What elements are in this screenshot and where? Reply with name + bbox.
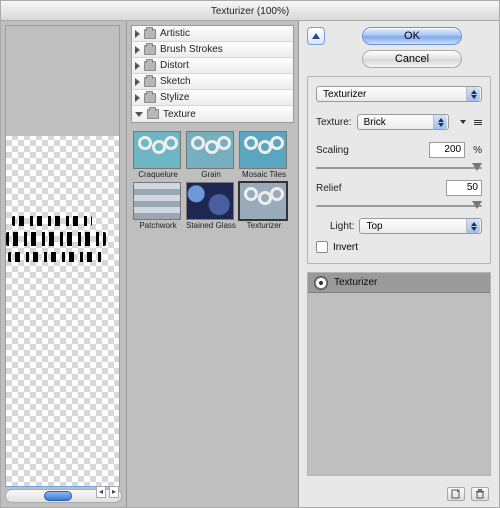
- category-label: Artistic: [160, 28, 190, 39]
- preview-canvas[interactable]: [5, 25, 120, 487]
- texture-load-menu[interactable]: [457, 116, 469, 128]
- settings-panel: OK Cancel Texturizer Texture: Brick: [299, 21, 499, 507]
- light-label: Light:: [330, 221, 354, 232]
- thumb-image: [186, 131, 234, 169]
- category-texture[interactable]: Texture: [132, 106, 293, 122]
- collapse-button[interactable]: [307, 27, 325, 45]
- triangle-down-icon: [460, 120, 466, 124]
- folder-icon: [144, 29, 156, 39]
- select-stepper-icon: [466, 87, 480, 101]
- folder-icon: [144, 93, 156, 103]
- thumb-label: Patchwork: [133, 221, 183, 230]
- preview-scrollbar[interactable]: ◂ ▸: [5, 489, 122, 503]
- thumbnail-grid: Craquelure Grain Mosaic Tiles Patch: [127, 127, 298, 507]
- select-stepper-icon: [433, 115, 447, 129]
- disclosure-right-icon: [135, 30, 140, 38]
- category-stylize[interactable]: Stylize: [132, 90, 293, 106]
- window-titlebar: Texturizer (100%): [1, 1, 499, 21]
- filter-name-value: Texturizer: [323, 89, 366, 100]
- category-brush-strokes[interactable]: Brush Strokes: [132, 42, 293, 58]
- page-icon: [451, 489, 461, 499]
- filter-name-select[interactable]: Texturizer: [316, 86, 482, 102]
- preview-scroll-left-icon[interactable]: ◂: [96, 486, 106, 498]
- invert-label: Invert: [333, 242, 358, 253]
- folder-icon: [144, 77, 156, 87]
- cancel-button[interactable]: Cancel: [362, 50, 462, 68]
- filter-gallery-panel: Artistic Brush Strokes Distort Sketch St: [127, 21, 299, 507]
- scaling-slider[interactable]: [316, 163, 482, 173]
- relief-slider[interactable]: [316, 201, 482, 211]
- preview-scroll-thumb[interactable]: [44, 491, 72, 501]
- category-label: Stylize: [160, 92, 189, 103]
- thumb-texturizer[interactable]: Texturizer: [239, 182, 289, 230]
- disclosure-right-icon: [135, 78, 140, 86]
- preview-scroll-right-icon[interactable]: ▸: [109, 486, 119, 498]
- texture-select[interactable]: Brick: [357, 114, 449, 130]
- filter-settings-group: Texturizer Texture: Brick Scaling 200 %: [307, 76, 491, 264]
- slider-thumb-icon[interactable]: [472, 201, 482, 209]
- relief-input[interactable]: 50: [446, 180, 482, 196]
- thumb-image: [239, 182, 287, 220]
- thumb-grain[interactable]: Grain: [186, 131, 236, 179]
- texture-label: Texture:: [316, 117, 352, 128]
- category-sketch[interactable]: Sketch: [132, 74, 293, 90]
- scaling-input[interactable]: 200: [429, 142, 465, 158]
- thumb-image: [186, 182, 234, 220]
- chevron-up-icon: [312, 33, 320, 39]
- new-effect-layer-button[interactable]: [447, 487, 465, 501]
- trash-icon: [475, 489, 485, 499]
- select-stepper-icon: [466, 219, 480, 233]
- thumb-craquelure[interactable]: Craquelure: [133, 131, 183, 179]
- effect-layers-panel: Texturizer: [307, 272, 491, 476]
- window-title: Texturizer (100%): [211, 6, 289, 17]
- category-label: Distort: [160, 60, 189, 71]
- thumb-patchwork[interactable]: Patchwork: [133, 182, 183, 230]
- light-select[interactable]: Top: [359, 218, 482, 234]
- texture-value: Brick: [364, 117, 386, 128]
- ok-button[interactable]: OK: [362, 27, 462, 45]
- effect-layer-row[interactable]: Texturizer: [308, 273, 490, 293]
- preview-panel: ◂ ▸: [1, 21, 127, 507]
- slider-track: [316, 205, 482, 207]
- disclosure-right-icon: [135, 62, 140, 70]
- category-label: Sketch: [160, 76, 191, 87]
- relief-label: Relief: [316, 183, 342, 194]
- thumb-label: Texturizer: [239, 221, 289, 230]
- preview-artwork: [6, 216, 105, 268]
- thumb-stained-glass[interactable]: Stained Glass: [186, 182, 236, 230]
- visibility-eye-icon[interactable]: [314, 276, 328, 290]
- scaling-unit: %: [473, 145, 482, 156]
- thumb-label: Stained Glass: [186, 221, 236, 230]
- texture-options-icon[interactable]: [474, 120, 482, 125]
- thumb-label: Craquelure: [133, 170, 183, 179]
- thumb-image: [239, 131, 287, 169]
- category-list: Artistic Brush Strokes Distort Sketch St: [131, 25, 294, 123]
- slider-track: [316, 167, 482, 169]
- invert-checkbox[interactable]: [316, 241, 328, 253]
- category-artistic[interactable]: Artistic: [132, 26, 293, 42]
- thumb-label: Grain: [186, 170, 236, 179]
- folder-icon: [144, 45, 156, 55]
- thumb-mosaic-tiles[interactable]: Mosaic Tiles: [239, 131, 289, 179]
- dialog-content: ◂ ▸ Artistic Brush Strokes Distort: [1, 21, 499, 507]
- light-value: Top: [366, 221, 382, 232]
- slider-thumb-icon[interactable]: [472, 163, 482, 171]
- effect-layer-label: Texturizer: [334, 277, 377, 288]
- disclosure-right-icon: [135, 46, 140, 54]
- thumb-label: Mosaic Tiles: [239, 170, 289, 179]
- folder-icon: [147, 109, 159, 119]
- disclosure-down-icon: [135, 112, 143, 117]
- folder-icon: [144, 61, 156, 71]
- delete-effect-layer-button[interactable]: [471, 487, 489, 501]
- category-label: Brush Strokes: [160, 44, 223, 55]
- effect-layers-footer: [307, 484, 491, 501]
- thumb-image: [133, 131, 181, 169]
- preview-gray-region: [6, 26, 119, 136]
- disclosure-right-icon: [135, 94, 140, 102]
- category-distort[interactable]: Distort: [132, 58, 293, 74]
- scaling-label: Scaling: [316, 145, 349, 156]
- category-label: Texture: [163, 109, 196, 120]
- thumb-image: [133, 182, 181, 220]
